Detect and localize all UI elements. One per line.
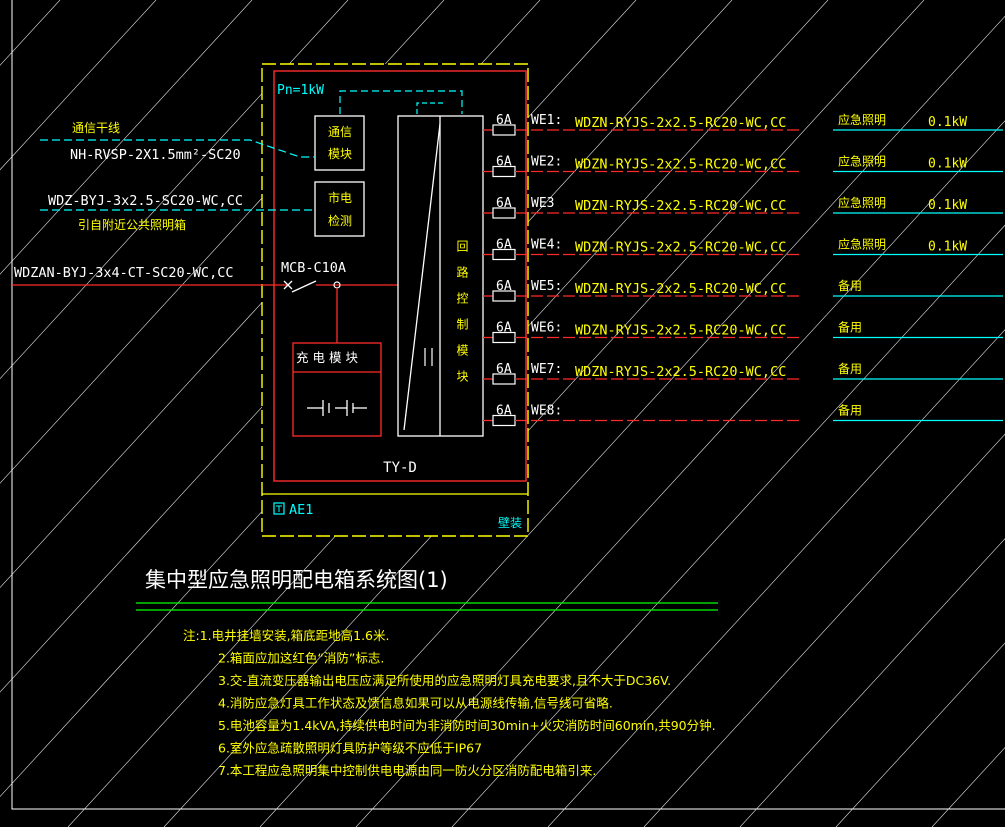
note-line: 2.箱面应加这红色“消防”标志. (218, 651, 384, 666)
note-line: 7.本工程应急照明集中控制供电电源由同一防火分区消防配电箱引来. (218, 763, 596, 778)
note-line: 6.室外应急疏散照明灯具防护等级不应低于IP67 (218, 741, 482, 756)
circuit-row: 6A WE5: WDZN-RYJS-2x2.5-RC20-WC,CC 备用 (483, 279, 1003, 302)
circuit-use: 备用 (838, 321, 862, 335)
outgoing-circuits: 6A WE1: WDZN-RYJS-2x2.5-RC20-WC,CC 应急照明 0.1k… (483, 112, 1003, 427)
main-breaker-label: MCB-C10A (281, 260, 346, 276)
circuit-use: 应急照明 (838, 154, 886, 169)
circuit-cable: WDZN-RYJS-2x2.5-RC20-WC,CC (575, 157, 786, 173)
circuit-id: WE1: (531, 113, 562, 128)
notes-block: 注:1.电井挂墙安装,箱底距地高1.6米. 2.箱面应加这红色“消防”标志. 3.交… (183, 628, 716, 778)
signal-cable-label: 通信干线 (72, 121, 120, 135)
mains-detect-line1: 市电 (328, 190, 352, 205)
circuit-cable: WDZN-RYJS-2x2.5-RC20-WC,CC (575, 198, 786, 214)
circuit-row: 6A WE3 WDZN-RYJS-2x2.5-RC20-WC,CC 应急照明 0.1kW (483, 195, 1003, 219)
mains-cable-note: 引自附近公共照明箱 (78, 217, 186, 232)
power-rating: Pn=1kW (277, 83, 324, 98)
circuit-id: WE5: (531, 279, 562, 294)
comm-module-line1: 通信 (328, 125, 352, 139)
circuit-use: 备用 (838, 404, 862, 418)
panel-model: TY-D (383, 460, 417, 476)
circuit-row: 6A WE1: WDZN-RYJS-2x2.5-RC20-WC,CC 应急照明 0.1k… (483, 112, 1003, 136)
circuit-breaker-rating: 6A (496, 155, 512, 170)
circuit-cable: WDZN-RYJS-2x2.5-RC20-WC,CC (575, 115, 786, 131)
circuit-use: 应急照明 (838, 237, 886, 252)
circuit-use: 备用 (838, 362, 862, 376)
drawing-title: 集中型应急照明配电箱系统图(1) (145, 568, 448, 592)
note-line: 5.电池容量为1.4kVA,持续供电时间为非消防时间30min+火灾消防时间60… (218, 718, 716, 733)
circuit-cable: WDZN-RYJS-2x2.5-RC20-WC,CC (575, 240, 786, 256)
note-line: 4.消防应急灯具工作状态及馈信息如果可以从电源线传输,信号线可省略. (218, 696, 613, 711)
circuit-id: WE4: (531, 238, 562, 253)
cad-drawing: Pn=1kW 通信 模块 市电 检测 通信干线 NH-RVSP-2X1.5mm²… (0, 0, 1005, 827)
drawing-canvas: Pn=1kW 通信 模块 市电 检测 通信干线 NH-RVSP-2X1.5mm²… (0, 0, 1005, 827)
circuit-breaker-rating: 6A (496, 404, 512, 419)
signal-cable-spec: NH-RVSP-2X1.5mm²-SC20 (70, 147, 241, 163)
circuit-breaker-rating: 6A (496, 196, 512, 211)
circuit-cable: WDZN-RYJS-2x2.5-RC20-WC,CC (575, 281, 786, 297)
circuit-cable: WDZN-RYJS-2x2.5-RC20-WC,CC (575, 323, 786, 339)
circuit-row: 6A WE6: WDZN-RYJS-2x2.5-RC20-WC,CC 备用 (483, 321, 1003, 344)
circuit-id: WE6: (531, 321, 562, 336)
circuit-load: 0.1kW (928, 198, 967, 213)
inverter-label: 回路控制模块 (455, 240, 469, 396)
mains-cable-spec: WDZ-BYJ-3x2.5-SC20-WC,CC (48, 193, 243, 209)
supply-cable-spec: WDZAN-BYJ-3x4-CT-SC20-WC,CC (14, 265, 233, 281)
charge-module-label: 充电模块 (296, 350, 362, 365)
circuit-load: 0.1kW (928, 240, 967, 255)
comm-module-line2: 模块 (328, 147, 352, 161)
circuit-breaker-rating: 6A (496, 238, 512, 253)
circuit-breaker-rating: 6A (496, 321, 512, 336)
circuit-load: 0.1kW (928, 115, 967, 130)
circuit-id: WE2: (531, 155, 562, 170)
circuit-cable: WDZN-RYJS-2x2.5-RC20-WC,CC (575, 364, 786, 380)
note-line: 注:1.电井挂墙安装,箱底距地高1.6米. (183, 628, 389, 643)
circuit-breaker-rating: 6A (496, 113, 512, 128)
circuit-row: 6A WE4: WDZN-RYJS-2x2.5-RC20-WC,CC 应急照明 0.1k… (483, 237, 1003, 261)
circuit-id: WE3 (531, 196, 554, 211)
circuit-breaker-rating: 6A (496, 362, 512, 377)
circuit-use: 应急照明 (838, 112, 886, 127)
mount-type: 壁装 (498, 515, 522, 530)
circuit-row: 6A WE7: WDZN-RYJS-2x2.5-RC20-WC,CC 备用 (483, 362, 1003, 385)
box-id: AE1 (289, 502, 313, 518)
circuit-breaker-rating: 6A (496, 279, 512, 294)
note-line: 3.交-直流变压器输出电压应满足所使用的应急照明灯具充电要求,且不大于DC36V… (218, 673, 671, 688)
circuit-use: 应急照明 (838, 195, 886, 210)
circuit-row: 6A WE2: WDZN-RYJS-2x2.5-RC20-WC,CC 应急照明 0.1k… (483, 154, 1003, 178)
mains-detect-line2: 检测 (328, 213, 352, 228)
circuit-row: 6A WE8: 备用 (483, 404, 1003, 427)
circuit-use: 备用 (838, 279, 862, 293)
circuit-load: 0.1kW (928, 157, 967, 172)
circuit-id: WE8: (531, 404, 562, 419)
circuit-id: WE7: (531, 362, 562, 377)
